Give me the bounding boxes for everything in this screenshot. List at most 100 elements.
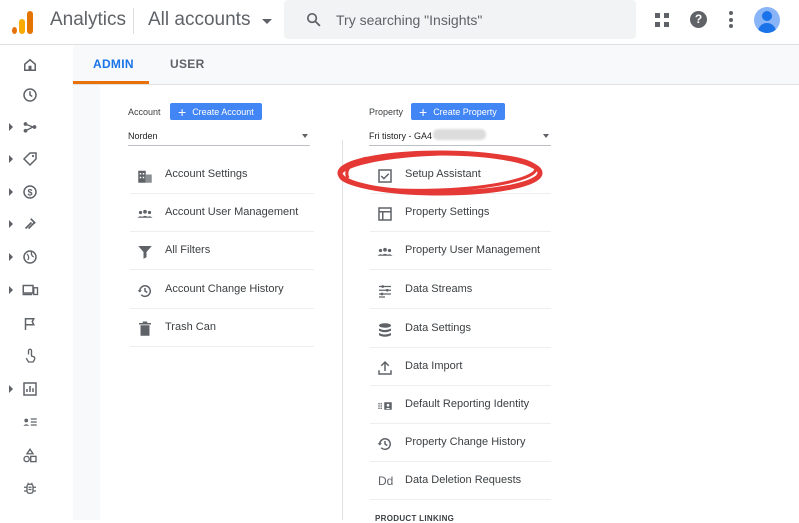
expand-arrow-icon bbox=[9, 253, 13, 261]
menu-account-user-management[interactable]: Account User Management bbox=[130, 194, 314, 232]
tab-admin[interactable]: ADMIN bbox=[93, 57, 134, 71]
create-account-label: Create Account bbox=[192, 106, 254, 117]
app-title[interactable]: Analytics bbox=[50, 9, 126, 31]
dollar-icon: $ bbox=[23, 185, 37, 199]
bug-icon bbox=[24, 482, 36, 494]
menu-label: Data Import bbox=[405, 360, 463, 372]
apps-grid-icon[interactable] bbox=[655, 13, 669, 27]
nav-acquisition[interactable] bbox=[0, 148, 73, 172]
property-column-label: Property bbox=[369, 107, 404, 117]
create-property-label: Create Property bbox=[433, 106, 497, 117]
expand-arrow-icon bbox=[9, 155, 13, 163]
menu-label: Trash Can bbox=[165, 321, 216, 333]
nav-debug[interactable] bbox=[0, 477, 73, 501]
more-vert-icon[interactable] bbox=[729, 11, 733, 28]
menu-data-streams[interactable]: Data Streams bbox=[370, 271, 551, 309]
plus-icon: + bbox=[419, 103, 428, 120]
menu-default-reporting-identity[interactable]: Default Reporting Identity bbox=[370, 386, 551, 424]
expand-arrow-icon bbox=[9, 188, 13, 196]
menu-label: Account Change History bbox=[165, 283, 284, 295]
menu-data-import[interactable]: Data Import bbox=[370, 348, 551, 386]
avatar[interactable] bbox=[754, 7, 780, 33]
create-property-button[interactable]: + Create Property bbox=[411, 103, 505, 120]
create-account-button[interactable]: + Create Account bbox=[170, 103, 262, 120]
history-icon bbox=[137, 285, 151, 298]
menu-data-deletion-requests[interactable]: Dd Data Deletion Requests bbox=[370, 462, 551, 500]
property-selector[interactable]: Fri tistory - GA4 bbox=[369, 126, 551, 146]
nav-conversions[interactable]: $ bbox=[0, 181, 73, 205]
upload-icon bbox=[378, 360, 392, 375]
top-app-bar: Analytics All accounts Try searching "In… bbox=[0, 0, 799, 45]
title-divider bbox=[133, 8, 134, 34]
active-tab-indicator bbox=[73, 81, 149, 84]
search-bar[interactable]: Try searching "Insights" bbox=[284, 0, 636, 39]
menu-label: Default Reporting Identity bbox=[405, 398, 530, 410]
account-switcher[interactable]: All accounts bbox=[148, 9, 273, 31]
history-icon bbox=[377, 438, 391, 451]
menu-account-change-history[interactable]: Account Change History bbox=[130, 271, 314, 309]
red-annotation-circle bbox=[337, 150, 543, 196]
people-icon bbox=[377, 247, 393, 256]
expand-arrow-icon bbox=[9, 286, 13, 294]
expand-arrow-icon bbox=[9, 220, 13, 228]
menu-label: Property Settings bbox=[405, 206, 490, 218]
magnet-icon bbox=[24, 218, 36, 230]
menu-property-user-management[interactable]: Property User Management bbox=[370, 232, 551, 270]
menu-label: Data Settings bbox=[405, 322, 472, 334]
building-icon bbox=[138, 170, 152, 183]
nav-reports[interactable] bbox=[0, 378, 73, 402]
tab-user[interactable]: USER bbox=[170, 57, 205, 71]
nav-behavior[interactable] bbox=[0, 345, 73, 369]
people-icon bbox=[137, 209, 153, 218]
menu-property-change-history[interactable]: Property Change History bbox=[370, 424, 551, 462]
menu-label: All Filters bbox=[165, 244, 211, 256]
clock-icon bbox=[23, 88, 37, 102]
account-selector[interactable]: Norden bbox=[128, 126, 310, 146]
flag-icon bbox=[24, 318, 35, 330]
menu-trash-can[interactable]: Trash Can bbox=[130, 309, 314, 347]
search-icon bbox=[306, 12, 321, 27]
menu-data-settings[interactable]: Data Settings bbox=[370, 310, 551, 348]
database-icon bbox=[379, 323, 391, 337]
help-icon[interactable]: ? bbox=[690, 11, 707, 28]
account-switcher-label: All accounts bbox=[148, 9, 251, 30]
menu-account-settings[interactable]: Account Settings bbox=[130, 156, 314, 194]
menu-label: Property User Management bbox=[405, 244, 541, 256]
nav-audience[interactable] bbox=[0, 116, 73, 140]
devices-icon bbox=[22, 284, 39, 296]
left-nav-rail: $ bbox=[0, 45, 73, 520]
expand-arrow-icon bbox=[9, 385, 13, 393]
menu-all-filters[interactable]: All Filters bbox=[130, 232, 314, 270]
nav-global[interactable] bbox=[0, 246, 73, 270]
nav-home[interactable] bbox=[0, 54, 73, 78]
tag-icon bbox=[22, 152, 37, 167]
menu-label: Data Deletion Requests bbox=[405, 474, 522, 486]
nav-realtime[interactable] bbox=[0, 84, 73, 108]
globe-icon bbox=[23, 250, 37, 264]
analytics-logo-icon[interactable] bbox=[10, 8, 34, 34]
svg-text:$: $ bbox=[27, 187, 32, 197]
trash-icon bbox=[139, 321, 151, 336]
product-linking-heading: PRODUCT LINKING bbox=[375, 514, 455, 523]
nav-user-explorer[interactable] bbox=[0, 411, 73, 435]
nav-devices[interactable] bbox=[0, 279, 73, 303]
touch-icon bbox=[25, 348, 36, 363]
redacted-property-id bbox=[433, 129, 486, 140]
nav-explore[interactable] bbox=[0, 445, 73, 469]
dd-icon: Dd bbox=[378, 474, 394, 488]
shapes-icon bbox=[23, 448, 37, 463]
chevron-down-icon bbox=[262, 19, 273, 24]
menu-label: Property Change History bbox=[405, 436, 526, 448]
chevron-down-icon bbox=[543, 134, 549, 138]
person-list-icon bbox=[23, 418, 37, 426]
nav-events[interactable] bbox=[0, 313, 73, 337]
chevron-down-icon bbox=[302, 134, 308, 138]
nav-attribution[interactable] bbox=[0, 213, 73, 237]
home-icon bbox=[24, 58, 36, 71]
streams-icon bbox=[379, 285, 391, 298]
expand-arrow-icon bbox=[9, 123, 13, 131]
identity-icon bbox=[378, 402, 392, 410]
menu-property-settings[interactable]: Property Settings bbox=[370, 194, 551, 232]
property-selector-value: Fri tistory - GA4 bbox=[369, 131, 433, 141]
account-selector-value: Norden bbox=[128, 131, 158, 141]
